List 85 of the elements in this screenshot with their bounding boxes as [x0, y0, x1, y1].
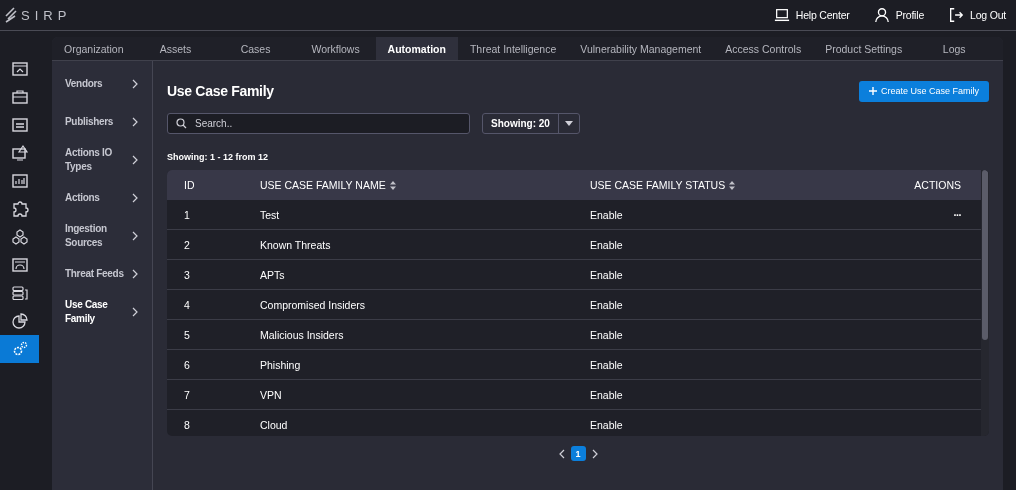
create-button[interactable]: Create Use Case Family [858, 80, 989, 102]
monitor-alert-icon [10, 144, 29, 162]
chevron-right-icon [132, 117, 138, 127]
briefcase-icon [10, 88, 29, 106]
header-link[interactable]: Profile [873, 7, 925, 23]
table-cell: Enable [590, 268, 623, 281]
chevron-right-icon [132, 79, 138, 89]
sort-icon [389, 180, 396, 190]
table-cell: 3 [184, 268, 190, 281]
chevron-left-icon[interactable] [558, 448, 565, 459]
table-cell: Enable [590, 238, 623, 251]
tab[interactable]: Workflows [295, 37, 376, 60]
chevron-right-icon [132, 155, 138, 165]
tab[interactable]: Logs [914, 37, 995, 60]
chevron-right-icon [132, 231, 138, 241]
logo-icon [4, 7, 18, 23]
tab[interactable]: Access Controls [713, 37, 814, 60]
table-cell: Enable [590, 358, 623, 371]
page-size-dropdown[interactable]: Showing: 20 [482, 113, 580, 134]
table-cell: VPN [260, 388, 282, 401]
tab[interactable]: Vulnerability Management [568, 37, 714, 60]
table-cell: 4 [184, 298, 190, 311]
table-cell: Test [260, 208, 280, 221]
gauge-window-icon [10, 256, 29, 274]
chart-icon [10, 172, 29, 190]
sidebar-item[interactable]: Threat Feeds [52, 255, 152, 293]
sidebar-item[interactable]: Publishers [52, 103, 152, 141]
table-cell: Malicious Insiders [260, 328, 344, 341]
user-icon [873, 7, 890, 23]
table-cell: Phishing [260, 358, 301, 371]
column-header: ID [184, 179, 195, 191]
chevron-right-icon [132, 307, 138, 317]
table-cell: 2 [184, 238, 190, 251]
table-cell: 6 [184, 358, 190, 371]
caret-icon [564, 121, 573, 126]
scrollbar-thumb[interactable] [982, 170, 988, 340]
page-button[interactable]: 1 [570, 446, 586, 461]
search-field[interactable]: Search.. [167, 113, 470, 134]
chevron-right-icon[interactable] [591, 448, 598, 459]
tab[interactable]: Threat Intelligence [457, 37, 569, 60]
table-cell: Enable [590, 208, 623, 221]
table-cell: 8 [184, 418, 190, 431]
header-link[interactable]: Log Out [948, 7, 1006, 23]
dashboard-icon [10, 60, 29, 78]
table-cell: Known Threats [260, 238, 331, 251]
pie-chart-icon [10, 312, 29, 330]
cubes-icon [10, 228, 29, 246]
table-cell: Cloud [260, 418, 288, 431]
puzzle-icon [10, 200, 29, 218]
tab[interactable]: Assets [135, 37, 216, 60]
search-input[interactable]: Search.. [193, 117, 461, 130]
table-cell: 1 [184, 208, 190, 221]
tab[interactable]: Cases [215, 37, 296, 60]
column-header: ACTIONS [914, 179, 961, 191]
chevron-right-icon [132, 193, 138, 203]
table-cell: Compromised Insiders [260, 298, 366, 311]
tab[interactable]: Automation [375, 37, 458, 60]
database-icon [10, 284, 29, 302]
tab[interactable]: Product Settings [813, 37, 915, 60]
table-cell: Enable [590, 388, 623, 401]
plus-icon [868, 87, 877, 95]
results-summary: Showing: 1 - 12 from 12 [167, 152, 270, 162]
search-icon [176, 118, 187, 129]
sidebar-item[interactable]: Actions IO Types [52, 141, 152, 179]
table-cell: 7 [184, 388, 190, 401]
table-cell: Enable [590, 298, 623, 311]
sidebar-item[interactable]: Ingestion Sources [52, 217, 152, 255]
table-cell: Enable [590, 328, 623, 341]
column-header[interactable]: USE CASE FAMILY NAME [260, 179, 396, 191]
page-title: Use Case Family [167, 83, 274, 99]
table-cell: 5 [184, 328, 190, 341]
table-cell: APTs [260, 268, 285, 281]
sort-icon [729, 180, 736, 190]
sidebar-item[interactable]: Vendors [52, 65, 152, 103]
laptop-icon [773, 7, 790, 23]
sidebar-item[interactable]: Actions [52, 179, 152, 217]
more-actions[interactable]: ··· [953, 208, 961, 221]
logo-text: SIRP [21, 7, 72, 23]
header-link[interactable]: Help Center [773, 7, 850, 23]
sidebar-item[interactable]: Use Case Family [52, 293, 152, 331]
chevron-right-icon [132, 269, 138, 279]
logout-icon [948, 7, 965, 23]
table-cell: Enable [590, 418, 623, 431]
list-window-icon [10, 116, 29, 134]
tab[interactable]: Organization [52, 37, 136, 60]
